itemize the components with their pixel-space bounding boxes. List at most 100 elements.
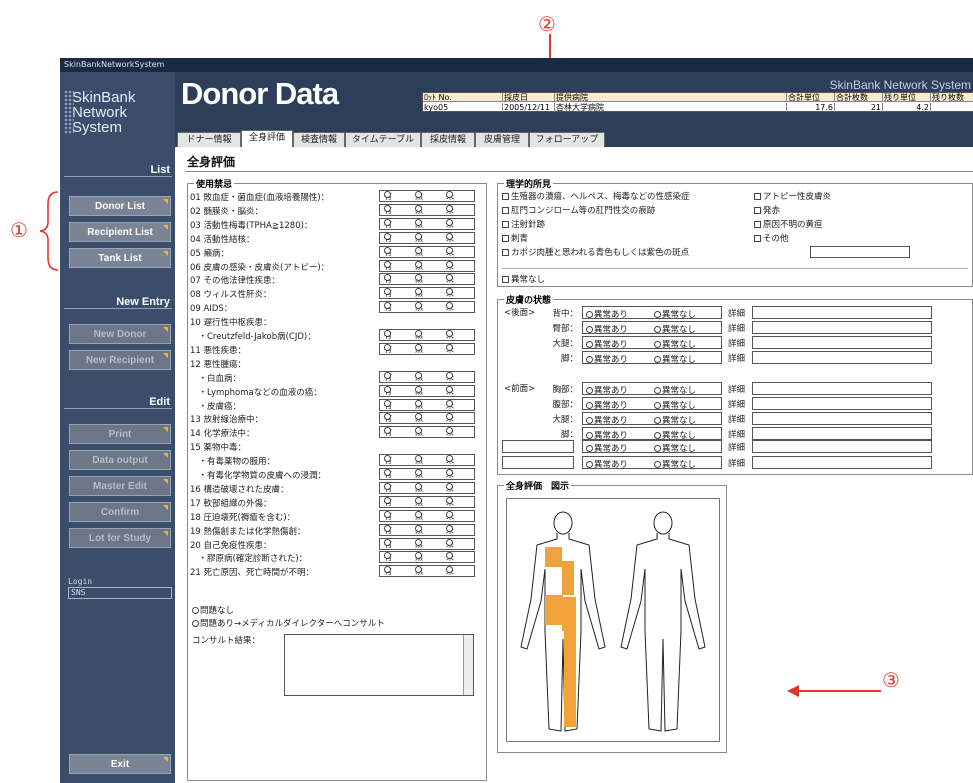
contraindication-option[interactable]: 未 (446, 260, 454, 272)
contraindication-option[interactable]: 無 (415, 482, 423, 494)
login-field[interactable]: SNS (68, 587, 172, 599)
skin-detail-input[interactable] (752, 321, 932, 334)
contraindication-option[interactable]: 未 (446, 302, 454, 313)
contraindication-option[interactable]: 有 (384, 552, 392, 563)
contraindication-option[interactable]: 未 (446, 330, 454, 341)
contraindication-option[interactable]: 未 (446, 191, 454, 202)
contraindication-radio-group[interactable]: 有無未 (379, 565, 475, 578)
contraindication-radio-group[interactable]: 有無未 (379, 523, 475, 536)
lot-data-row[interactable]: kyo05 2005/12/11 杏林大学病院 17.6 21 4.2 0 (423, 103, 973, 112)
contraindication-option[interactable]: 無 (415, 399, 423, 411)
contraindication-option[interactable]: 有 (384, 399, 392, 411)
contraindication-option[interactable]: 未 (446, 482, 454, 494)
skin-detail-input[interactable] (752, 382, 932, 395)
contraindication-radio-group[interactable]: 有無未 (379, 495, 475, 508)
skin-option[interactable]: 異常あり (586, 323, 628, 335)
contraindication-option[interactable]: 無 (415, 385, 423, 397)
skin-option[interactable]: 異常なし (654, 308, 696, 320)
skin-detail-input[interactable] (752, 427, 932, 440)
skin-radio-group[interactable]: 異常あり 異常なし (582, 306, 722, 320)
print-button[interactable]: Print (69, 424, 171, 444)
contraindication-option[interactable]: 有 (384, 482, 392, 494)
skin-detail-input[interactable] (752, 351, 932, 364)
contraindication-option[interactable]: 未 (446, 566, 454, 577)
contraindication-option[interactable]: 無 (415, 552, 423, 563)
contraindication-option[interactable]: 未 (446, 496, 454, 508)
contraindication-option[interactable]: 有 (384, 371, 392, 383)
contraindication-option[interactable]: 無 (415, 566, 423, 577)
contraindication-option[interactable]: 無 (415, 302, 423, 313)
contraindication-option[interactable]: 未 (446, 385, 454, 397)
finding-item[interactable]: 原因不明の黄疸 (754, 218, 823, 230)
skin-option[interactable]: 異常なし (654, 384, 696, 396)
contraindication-option[interactable]: 有 (384, 413, 392, 424)
skin-option[interactable]: 異常なし (654, 323, 696, 335)
skin-option[interactable]: 異常なし (654, 414, 696, 426)
finding-item[interactable]: 発赤 (754, 204, 780, 216)
contraindication-option[interactable]: 有 (384, 246, 392, 258)
contraindication-radio-group[interactable]: 有無未 (379, 412, 475, 425)
contraindication-option[interactable]: 無 (415, 274, 423, 285)
skin-radio-group[interactable]: 異常あり 異常なし (582, 440, 722, 454)
outcome-no-problem[interactable]: 問題なし (192, 604, 234, 616)
findings-other-input[interactable] (810, 246, 910, 258)
contraindication-option[interactable]: 未 (446, 232, 454, 244)
skin-detail-input[interactable] (752, 440, 932, 453)
contraindication-radio-group[interactable]: 有無未 (379, 231, 475, 244)
skin-radio-group[interactable]: 異常あり 異常なし (582, 321, 722, 335)
contraindication-option[interactable]: 有 (384, 232, 392, 244)
skin-option[interactable]: 異常なし (654, 338, 696, 350)
skin-radio-group[interactable]: 異常あり 異常なし (582, 427, 722, 441)
contraindication-option[interactable]: 有 (384, 302, 392, 313)
contraindication-option[interactable]: 無 (415, 371, 423, 383)
finding-item[interactable]: カポジ肉腫と思われる青色もしくは紫色の斑点 (502, 246, 689, 258)
skin-radio-group[interactable]: 異常あり 異常なし (582, 412, 722, 426)
contraindication-option[interactable]: 有 (384, 218, 392, 230)
lot-for-study-button[interactable]: Lot for Study (69, 528, 171, 548)
skin-radio-group[interactable]: 異常あり 異常なし (582, 336, 722, 350)
contraindication-option[interactable]: 未 (446, 274, 454, 285)
skin-radio-group[interactable]: 異常あり 異常なし (582, 456, 722, 470)
skin-option[interactable]: 異常あり (586, 442, 628, 454)
contraindication-option[interactable]: 未 (446, 510, 454, 522)
skin-option[interactable]: 異常あり (586, 414, 628, 426)
tab-harvest-info[interactable]: 採皮情報 (421, 132, 475, 147)
contraindication-radio-group[interactable]: 有無未 (379, 287, 475, 300)
skin-extra-site-input-1[interactable] (502, 440, 574, 453)
consult-scrollbar[interactable] (463, 635, 473, 695)
contraindication-option[interactable]: 有 (384, 260, 392, 272)
data-output-button[interactable]: Data output (69, 450, 171, 470)
contraindication-radio-group[interactable]: 有無未 (379, 245, 475, 258)
skin-radio-group[interactable]: 異常あり 異常なし (582, 382, 722, 396)
contraindication-option[interactable]: 未 (446, 469, 454, 480)
contraindication-option[interactable]: 有 (384, 427, 392, 438)
contraindication-radio-group[interactable]: 有無未 (379, 259, 475, 272)
contraindication-option[interactable]: 有 (384, 496, 392, 508)
contraindication-radio-group[interactable]: 有無未 (379, 301, 475, 314)
contraindication-radio-group[interactable]: 有無未 (379, 426, 475, 439)
contraindication-option[interactable]: 有 (384, 566, 392, 577)
exit-button[interactable]: Exit (69, 754, 171, 774)
contraindication-option[interactable]: 有 (384, 538, 392, 550)
contraindication-option[interactable]: 有 (384, 510, 392, 522)
contraindication-option[interactable]: 未 (446, 455, 454, 466)
donor-list-button[interactable]: Donor List (69, 196, 171, 216)
contraindication-option[interactable]: 有 (384, 455, 392, 466)
contraindication-radio-group[interactable]: 有無未 (379, 398, 475, 411)
contraindication-option[interactable]: 未 (446, 343, 454, 355)
skin-option[interactable]: 異常なし (654, 353, 696, 365)
contraindication-radio-group[interactable]: 有無未 (379, 481, 475, 494)
contraindication-option[interactable]: 無 (415, 260, 423, 272)
skin-option[interactable]: 異常なし (654, 458, 696, 470)
contraindication-option[interactable]: 未 (446, 218, 454, 230)
contraindication-option[interactable]: 未 (446, 524, 454, 536)
contraindication-radio-group[interactable]: 有無未 (379, 384, 475, 397)
findings-none[interactable]: 異常なし (502, 273, 545, 285)
new-donor-button[interactable]: New Donor (69, 324, 171, 344)
contraindication-option[interactable]: 無 (415, 496, 423, 508)
skin-extra-site-input-2[interactable] (502, 456, 574, 469)
master-edit-button[interactable]: Master Edit (69, 476, 171, 496)
contraindication-option[interactable]: 無 (415, 330, 423, 341)
tab-skin-management[interactable]: 皮膚管理 (475, 132, 529, 147)
contraindication-option[interactable]: 無 (415, 524, 423, 536)
